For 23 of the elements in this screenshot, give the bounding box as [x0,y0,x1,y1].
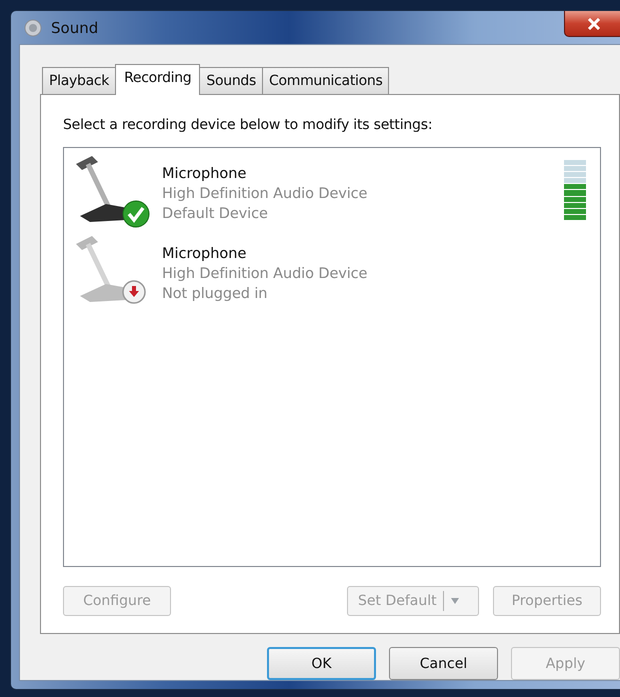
caret-icon [450,597,460,605]
tab[interactable]: Sounds [199,67,263,94]
instruction-text: Select a recording device below to modify its settings: [63,117,434,135]
close-button[interactable] [564,11,620,37]
device-name: Microphone [162,165,248,184]
device-driver: High Definition Audio Device [162,185,368,204]
device-status: Default Device [162,205,269,224]
device-name: Microphone [162,245,248,264]
checkmark-badge-icon [122,200,150,228]
device-driver: High Definition Audio Device [162,265,368,284]
device-status: Not plugged in [162,285,268,304]
tab[interactable]: Recording [115,64,200,95]
dialog-button[interactable]: Cancel [389,647,498,680]
level-meter [564,160,586,220]
speaker-icon [23,18,43,38]
dialog-button[interactable]: OK [267,647,376,680]
unplugged-badge-icon [122,280,146,304]
window-title: Sound [51,18,98,36]
device-item[interactable]: Microphone High Definition Audio Device Default Device [68,154,600,234]
device-item[interactable]: Microphone High Definition Audio Device Not plugged in [68,234,600,314]
close-icon [587,18,601,30]
tab[interactable]: Playback [42,67,116,94]
tab[interactable]: Communications [262,67,390,94]
